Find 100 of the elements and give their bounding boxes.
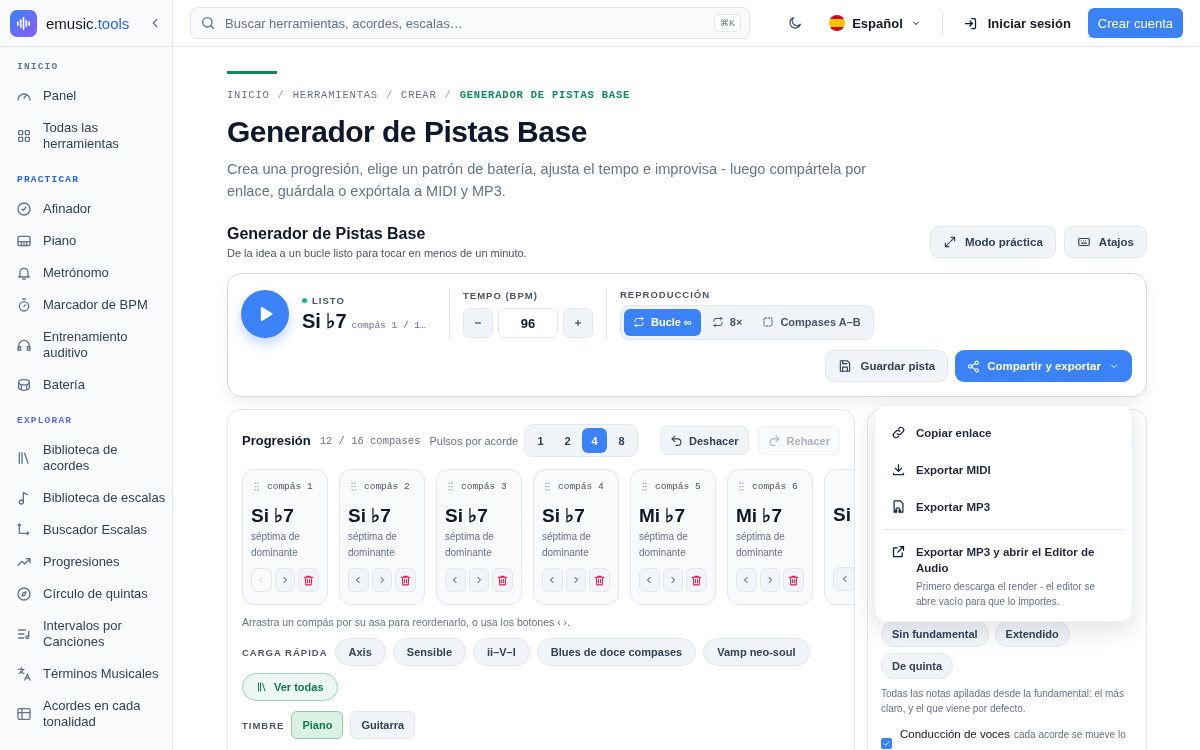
language-selector[interactable]: Español bbox=[829, 15, 922, 31]
breadcrumb[interactable]: HERRAMIENTAS bbox=[292, 89, 378, 101]
bar-card[interactable]: compás 4 Si ♭7 séptima de dominante bbox=[533, 469, 619, 605]
page-description: Crea una progresión, elige un patrón de batería, ajusta el tempo e improvisa - luego compártela por enlace, guárdala o expórtala a MIDI y MP3. bbox=[227, 160, 867, 201]
progression-title: Progresión bbox=[242, 433, 311, 448]
bar-position: compás 1 / 1… bbox=[351, 320, 426, 331]
menu-item[interactable]: Copiar enlace bbox=[881, 414, 1126, 451]
undo-button[interactable]: Deshacer bbox=[660, 426, 749, 455]
chord-quality: séptima de dominante bbox=[542, 531, 591, 558]
menu-item[interactable]: Exportar MIDI bbox=[881, 451, 1126, 488]
playback-label: REPRODUCCIÓN bbox=[620, 288, 712, 300]
breadcrumb: GENERADOR DE PISTAS BASE bbox=[459, 89, 631, 101]
practice-mode-button[interactable]: Modo práctica bbox=[929, 225, 1056, 258]
chord-quality: séptima de dominante bbox=[736, 531, 785, 558]
playback-mode-tab[interactable]: 8× bbox=[702, 308, 752, 336]
tempo-field[interactable]: 96 bbox=[498, 308, 558, 338]
sidebar-item[interactable]: Biblioteca de escalas bbox=[0, 482, 172, 514]
sidebar-item[interactable]: Círculo de quintas bbox=[0, 578, 172, 610]
login-button[interactable]: Iniciar sesión bbox=[962, 15, 1071, 31]
chord-name: Si ♭7 bbox=[348, 504, 392, 527]
sidebar-item[interactable]: Intervalos por Canciones bbox=[0, 610, 172, 658]
preset-chip[interactable]: Axis bbox=[334, 638, 386, 666]
menu-item[interactable]: Exportar MP3 bbox=[881, 488, 1126, 525]
chord-quality: séptima de dominante bbox=[251, 531, 300, 558]
breadcrumb-separator: / bbox=[277, 89, 285, 101]
sidebar-item[interactable]: Acordes en cada tonalidad bbox=[0, 690, 172, 738]
preset-chip[interactable]: Sensible bbox=[392, 638, 467, 666]
menu-item[interactable]: Exportar MP3 y abrir el Editor de Audio Primero descarga el render - el editor se abre vacío para que lo importes. bbox=[881, 540, 1126, 609]
quick-load-label: CARGA RÁPIDA bbox=[242, 646, 328, 658]
playback-mode-tab[interactable]: Compases A–B bbox=[753, 308, 870, 336]
tempo-label: TEMPO (BPM) bbox=[463, 290, 539, 301]
tool-title: Generador de Pistas Base bbox=[227, 224, 427, 244]
beats-option[interactable]: 4 bbox=[582, 428, 608, 453]
bar-card[interactable]: compás 1 Si ♭7 séptima de dominante bbox=[242, 469, 328, 605]
sidebar-item[interactable]: Progresiones bbox=[0, 546, 172, 578]
chord-name: Si ♭7 bbox=[251, 504, 295, 527]
bar-label: compás 2 bbox=[364, 480, 410, 492]
preset-chip[interactable]: Vamp neo-soul bbox=[703, 638, 810, 666]
chord-name: Si ♭7 bbox=[542, 504, 586, 527]
sidebar-item[interactable]: Todas las herramientas bbox=[0, 112, 172, 160]
current-chord: Si ♭7 bbox=[302, 309, 347, 333]
sidebar-item[interactable]: Metrónomo bbox=[0, 257, 172, 289]
chord-name: Mi ♭7 bbox=[736, 504, 783, 527]
breadcrumb-separator: / bbox=[444, 89, 452, 101]
chord-name: Mi ♭7 bbox=[639, 504, 686, 527]
breadcrumb-separator: / bbox=[385, 89, 394, 101]
sidebar-item[interactable]: Afinador bbox=[0, 193, 172, 225]
shortcuts-button[interactable]: Atajos bbox=[1063, 225, 1147, 258]
sidebar-item[interactable]: Piano bbox=[0, 225, 172, 257]
preset-chip[interactable]: Blues de doce compases bbox=[536, 638, 697, 666]
view-all-button[interactable]: Ver todas bbox=[242, 673, 338, 701]
chord-quality: séptima de dominante bbox=[639, 531, 688, 558]
voicing-note: Todas las notas apiladas desde la fundamental: el más claro, y el que viene por defecto. bbox=[881, 687, 1125, 716]
sidebar-item[interactable]: Términos Musicales bbox=[0, 658, 172, 690]
bar-label: compás 3 bbox=[461, 480, 507, 492]
sidebar-item[interactable]: Marcador de BPM bbox=[0, 289, 172, 321]
bar-card[interactable]: Si bbox=[824, 469, 854, 605]
bar-card[interactable]: compás 5 Mi ♭7 séptima de dominante bbox=[630, 469, 716, 605]
bar-label: compás 4 bbox=[558, 480, 604, 492]
sidebar-item[interactable]: Panel bbox=[0, 80, 172, 112]
voicing-option[interactable]: De quinta bbox=[881, 653, 954, 679]
chord-name: Si bbox=[833, 504, 852, 526]
status-label: LISTO bbox=[302, 295, 436, 306]
sidebar-item[interactable]: Biblioteca de acordes bbox=[0, 434, 172, 482]
beats-option[interactable]: 2 bbox=[555, 428, 581, 453]
page-title: Generador de Pistas Base bbox=[227, 114, 588, 150]
playback-mode-tab[interactable]: Bucle ∞ bbox=[624, 308, 701, 336]
sidebar-item[interactable]: Batería bbox=[0, 369, 172, 401]
timbre-option[interactable]: Guitarra bbox=[350, 711, 416, 739]
beats-label: Pulsos por acorde bbox=[429, 434, 519, 447]
beats-option[interactable]: 1 bbox=[528, 428, 554, 453]
breadcrumb[interactable]: CREAR bbox=[401, 89, 437, 101]
voice-leading-label: Conducción de voces cada acorde se mueve lo bbox=[900, 727, 1126, 742]
chord-quality: séptima de dominante bbox=[445, 531, 494, 558]
bar-card[interactable]: compás 2 Si ♭7 séptima de dominante bbox=[339, 469, 425, 605]
reorder-hint: Arrastra un compás por su asa para reordenarlo, o usa los botones ‹ ›. bbox=[242, 616, 571, 628]
beats-option[interactable]: 8 bbox=[609, 428, 635, 453]
bar-card[interactable]: compás 6 Mi ♭7 séptima de dominante bbox=[727, 469, 813, 605]
bar-label: compás 1 bbox=[267, 480, 313, 492]
section-title: PRACTICAR bbox=[16, 173, 81, 187]
chord-quality: séptima de dominante bbox=[348, 531, 397, 558]
sidebar-item[interactable]: Buscador Escalas bbox=[0, 514, 172, 546]
section-title: EXPLORAR bbox=[16, 414, 74, 428]
save-button[interactable]: Guardar pista bbox=[825, 350, 949, 382]
tool-subtitle: De la idea a un bucle listo para tocar en menos de un minuto. bbox=[227, 247, 527, 259]
share-export-button[interactable]: Compartir y exportar bbox=[955, 350, 1132, 382]
signup-button[interactable]: Crear cuenta bbox=[1087, 8, 1183, 38]
timbre-option[interactable]: Piano bbox=[291, 711, 344, 739]
bar-count: 12 / 16 compases bbox=[319, 434, 421, 447]
preset-chip[interactable]: ii–V–I bbox=[473, 638, 530, 666]
sidebar-item[interactable]: Entrenamiento auditivo bbox=[0, 321, 172, 369]
brand-name[interactable]: emusic.tools bbox=[46, 14, 130, 32]
bar-label: compás 6 bbox=[752, 480, 798, 492]
voicing-option[interactable]: Sin fundamental bbox=[881, 621, 989, 647]
timbre-label: TIMBRE bbox=[242, 719, 285, 731]
bar-label: compás 5 bbox=[655, 480, 701, 492]
voicing-option[interactable]: Extendido bbox=[994, 621, 1070, 647]
bar-card[interactable]: compás 3 Si ♭7 séptima de dominante bbox=[436, 469, 522, 605]
breadcrumb[interactable]: INICIO bbox=[227, 89, 270, 101]
chord-name: Si ♭7 bbox=[445, 504, 489, 527]
